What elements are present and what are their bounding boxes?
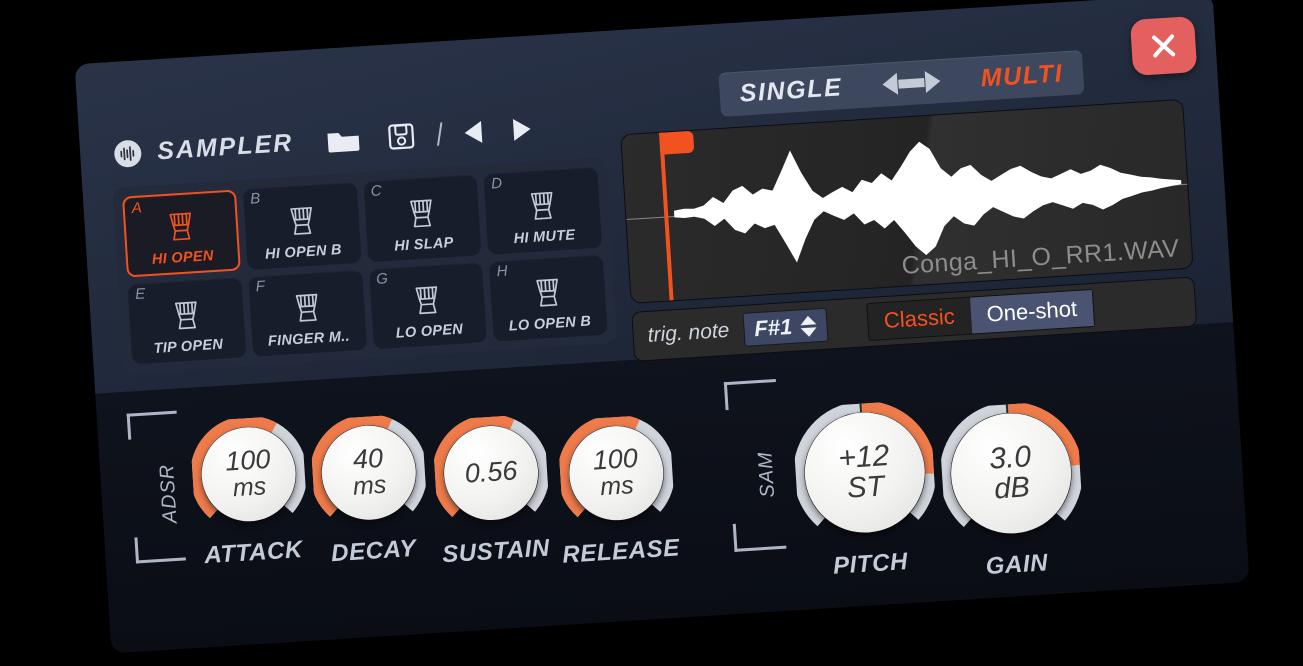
djembe-icon [530, 191, 553, 220]
floppy-disk-icon[interactable] [387, 122, 416, 151]
knob-decay[interactable]: 40 ms [309, 413, 428, 532]
djembe-icon [532, 275, 564, 314]
pad-label: LO OPEN [395, 321, 464, 342]
trig-note-label: trig. note [647, 318, 731, 347]
pad-f[interactable]: F FINGER M.. [248, 269, 367, 357]
djembe-icon [285, 203, 317, 242]
knob-sustain[interactable]: 0.56 [432, 414, 551, 533]
knob-label-pitch: PITCH [832, 548, 909, 580]
next-triangle-icon[interactable] [513, 117, 532, 141]
folder-icon[interactable] [326, 127, 361, 154]
knob-unit-pitch: +12 ST PITCH [792, 399, 941, 582]
knob-unit-sustain: 0.56 SUSTAIN [432, 414, 553, 570]
knob-gain[interactable]: 3.0 dB [938, 400, 1084, 546]
close-button[interactable] [1129, 16, 1198, 76]
pad-letter: C [370, 182, 383, 201]
adsr-group-label: ADSR [155, 463, 182, 524]
prev-triangle-icon[interactable] [464, 120, 483, 144]
knob-unit-decay: 40 ms DECAY [309, 413, 430, 569]
pad-label: HI OPEN [151, 247, 215, 268]
pad-h[interactable]: H LO OPEN B [489, 254, 608, 342]
pad-label: FINGER M.. [267, 328, 351, 350]
pad-b[interactable]: B HI OPEN B [242, 181, 362, 270]
sampler-plugin-window: SAMPLER SINGLE MULTI A HI OPEN B HI OPEN… [74, 0, 1250, 654]
pad-letter: E [134, 284, 146, 303]
djembe-icon [536, 278, 559, 307]
pad-letter: F [255, 277, 266, 295]
djembe-icon [291, 290, 323, 329]
knob-release[interactable]: 100 ms [557, 414, 676, 533]
pad-g[interactable]: G LO OPEN [368, 261, 488, 350]
pad-label: HI OPEN B [264, 241, 343, 263]
pad-e[interactable]: E TIP OPEN [127, 276, 247, 365]
djembe-icon [295, 293, 318, 322]
waveform-display[interactable]: Conga_HI_O_RR1.WAV [620, 98, 1194, 304]
pad-letter: D [490, 174, 503, 193]
djembe-icon [174, 301, 197, 330]
sampler-group-label: SAM [754, 450, 780, 499]
djembe-icon [169, 212, 191, 241]
pad-letter: B [249, 190, 261, 208]
pad-a[interactable]: A HI OPEN [122, 189, 241, 277]
adsr-group-bracket: ADSR [126, 410, 190, 564]
pad-letter: A [131, 199, 143, 218]
djembe-icon [415, 286, 438, 315]
djembe-icon [410, 198, 433, 227]
knob-label-gain: GAIN [984, 549, 1049, 581]
knob-unit-release: 100 ms RELEASE [554, 414, 681, 570]
knob-label-release: RELEASE [561, 534, 681, 569]
pad-grid: A HI OPEN B HI OPEN BC HI SLAP D HI MUTE E … [112, 157, 618, 374]
sampler-group-bracket: SAM [723, 378, 789, 552]
up-down-arrows-icon[interactable] [799, 314, 817, 337]
close-x-icon [1152, 34, 1176, 58]
pad-letter: H [496, 262, 509, 280]
trig-note-value: F#1 [753, 313, 793, 342]
knob-label-decay: DECAY [330, 534, 418, 568]
knob-label-attack: ATTACK [203, 536, 304, 570]
pad-d[interactable]: D HI MUTE [483, 166, 603, 255]
knob-unit-attack: 100 ms ATTACK [189, 415, 310, 571]
trig-note-stepper[interactable]: F#1 [742, 307, 829, 347]
knob-pitch[interactable]: +12 ST [792, 399, 938, 545]
pad-label: TIP OPEN [153, 336, 224, 357]
pad-letter: G [375, 269, 389, 288]
pad-label: LO OPEN B [508, 313, 592, 335]
djembe-icon [170, 298, 202, 337]
knob-label-sustain: SUSTAIN [441, 534, 551, 569]
mode-single-label[interactable]: SINGLE [739, 73, 843, 108]
plugin-screen: SAMPLER SINGLE MULTI A HI OPEN B HI OPEN… [0, 0, 1303, 666]
pad-c[interactable]: C HI SLAP [363, 174, 482, 262]
djembe-icon [289, 206, 312, 235]
djembe-icon [526, 188, 558, 227]
mode-classic-button[interactable]: Classic [867, 298, 972, 340]
mode-multi-label[interactable]: MULTI [980, 59, 1064, 93]
mode-oneshot-button[interactable]: One-shot [969, 289, 1095, 334]
pad-label: HI MUTE [513, 226, 576, 247]
djembe-icon [411, 283, 443, 322]
waveform-circle-icon [113, 139, 143, 169]
pad-label: HI SLAP [393, 234, 455, 255]
knob-unit-gain: 3.0 dB GAIN [938, 400, 1087, 583]
left-right-arrows-icon[interactable] [881, 70, 942, 96]
knob-attack[interactable]: 100 ms [189, 415, 308, 534]
djembe-icon [165, 209, 197, 248]
djembe-icon [406, 195, 438, 234]
toolbar-divider [437, 122, 443, 146]
